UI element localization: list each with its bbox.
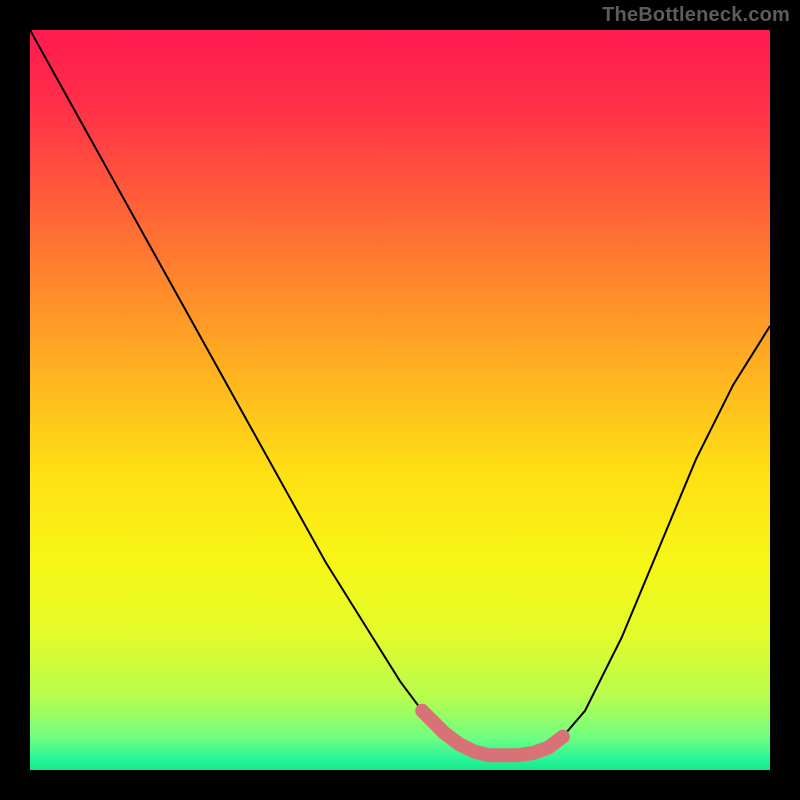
- watermark-text: TheBottleneck.com: [602, 4, 790, 27]
- bottleneck-chart: [30, 30, 770, 770]
- plot-area: [30, 30, 770, 770]
- chart-frame: TheBottleneck.com: [0, 0, 800, 800]
- optimal-point-dot: [556, 730, 570, 744]
- gradient-background: [30, 30, 770, 770]
